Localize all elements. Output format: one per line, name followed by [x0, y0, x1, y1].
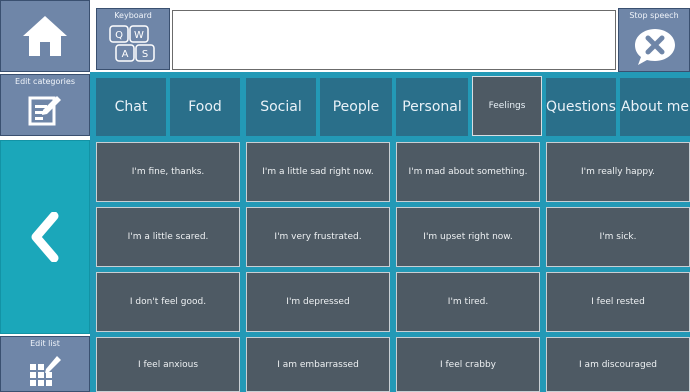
phrase-button[interactable]: I'm fine, thanks. — [96, 142, 240, 202]
phrase-button[interactable]: I feel crabby — [396, 337, 540, 392]
phrase-button[interactable]: I'm upset right now. — [396, 207, 540, 267]
edit-list-icon — [30, 356, 61, 386]
tab-chat[interactable]: Chat — [96, 78, 166, 136]
tab-food[interactable]: Food — [170, 78, 240, 136]
tab-about-me[interactable]: About me — [620, 78, 690, 136]
keyboard-key-s: S — [142, 49, 148, 60]
home-icon — [23, 16, 67, 56]
speech-output-field[interactable] — [172, 10, 616, 70]
keyboard-key-w: W — [134, 30, 144, 41]
back-button[interactable] — [0, 140, 90, 334]
keyboard-label: Keyboard — [114, 11, 152, 20]
stop-speech-icon — [635, 29, 675, 65]
stop-speech-label: Stop speech — [629, 11, 679, 20]
phrase-button[interactable]: I'm tired. — [396, 272, 540, 332]
tab-people[interactable]: People — [320, 78, 392, 136]
phrase-button[interactable]: I am embarrassed — [246, 337, 390, 392]
edit-categories-icon — [28, 96, 61, 126]
phrase-button[interactable]: I'm a little scared. — [96, 207, 240, 267]
tab-feelings[interactable]: Feelings — [472, 76, 542, 136]
phrase-button[interactable]: I feel rested — [546, 272, 690, 332]
phrase-button[interactable]: I'm very frustrated. — [246, 207, 390, 267]
phrase-button[interactable]: I'm depressed — [246, 272, 390, 332]
edit-categories-label: Edit categories — [15, 77, 75, 86]
tab-social[interactable]: Social — [246, 78, 316, 136]
chevron-left-icon — [31, 212, 59, 262]
phrase-button[interactable]: I am discouraged — [546, 337, 690, 392]
phrase-button[interactable]: I don't feel good. — [96, 272, 240, 332]
edit-list-button[interactable]: Edit list — [0, 336, 90, 392]
phrase-button[interactable]: I'm sick. — [546, 207, 690, 267]
phrase-button[interactable]: I'm mad about something. — [396, 142, 540, 202]
phrase-button[interactable]: I'm really happy. — [546, 142, 690, 202]
edit-list-label: Edit list — [30, 339, 60, 348]
tab-questions[interactable]: Questions — [546, 78, 616, 136]
phrase-button[interactable]: I feel anxious — [96, 337, 240, 392]
phrase-button[interactable]: I'm a little sad right now. — [246, 142, 390, 202]
stop-speech-button[interactable]: Stop speech — [618, 8, 690, 72]
keyboard-key-a: A — [122, 49, 129, 60]
home-button[interactable] — [0, 0, 90, 72]
tab-personal[interactable]: Personal — [396, 78, 468, 136]
keyboard-icon: Q W A S — [109, 25, 155, 62]
keyboard-key-q: Q — [115, 30, 123, 41]
edit-categories-button[interactable]: Edit categories — [0, 74, 90, 136]
keyboard-button[interactable]: Keyboard Q W A S — [96, 8, 170, 70]
